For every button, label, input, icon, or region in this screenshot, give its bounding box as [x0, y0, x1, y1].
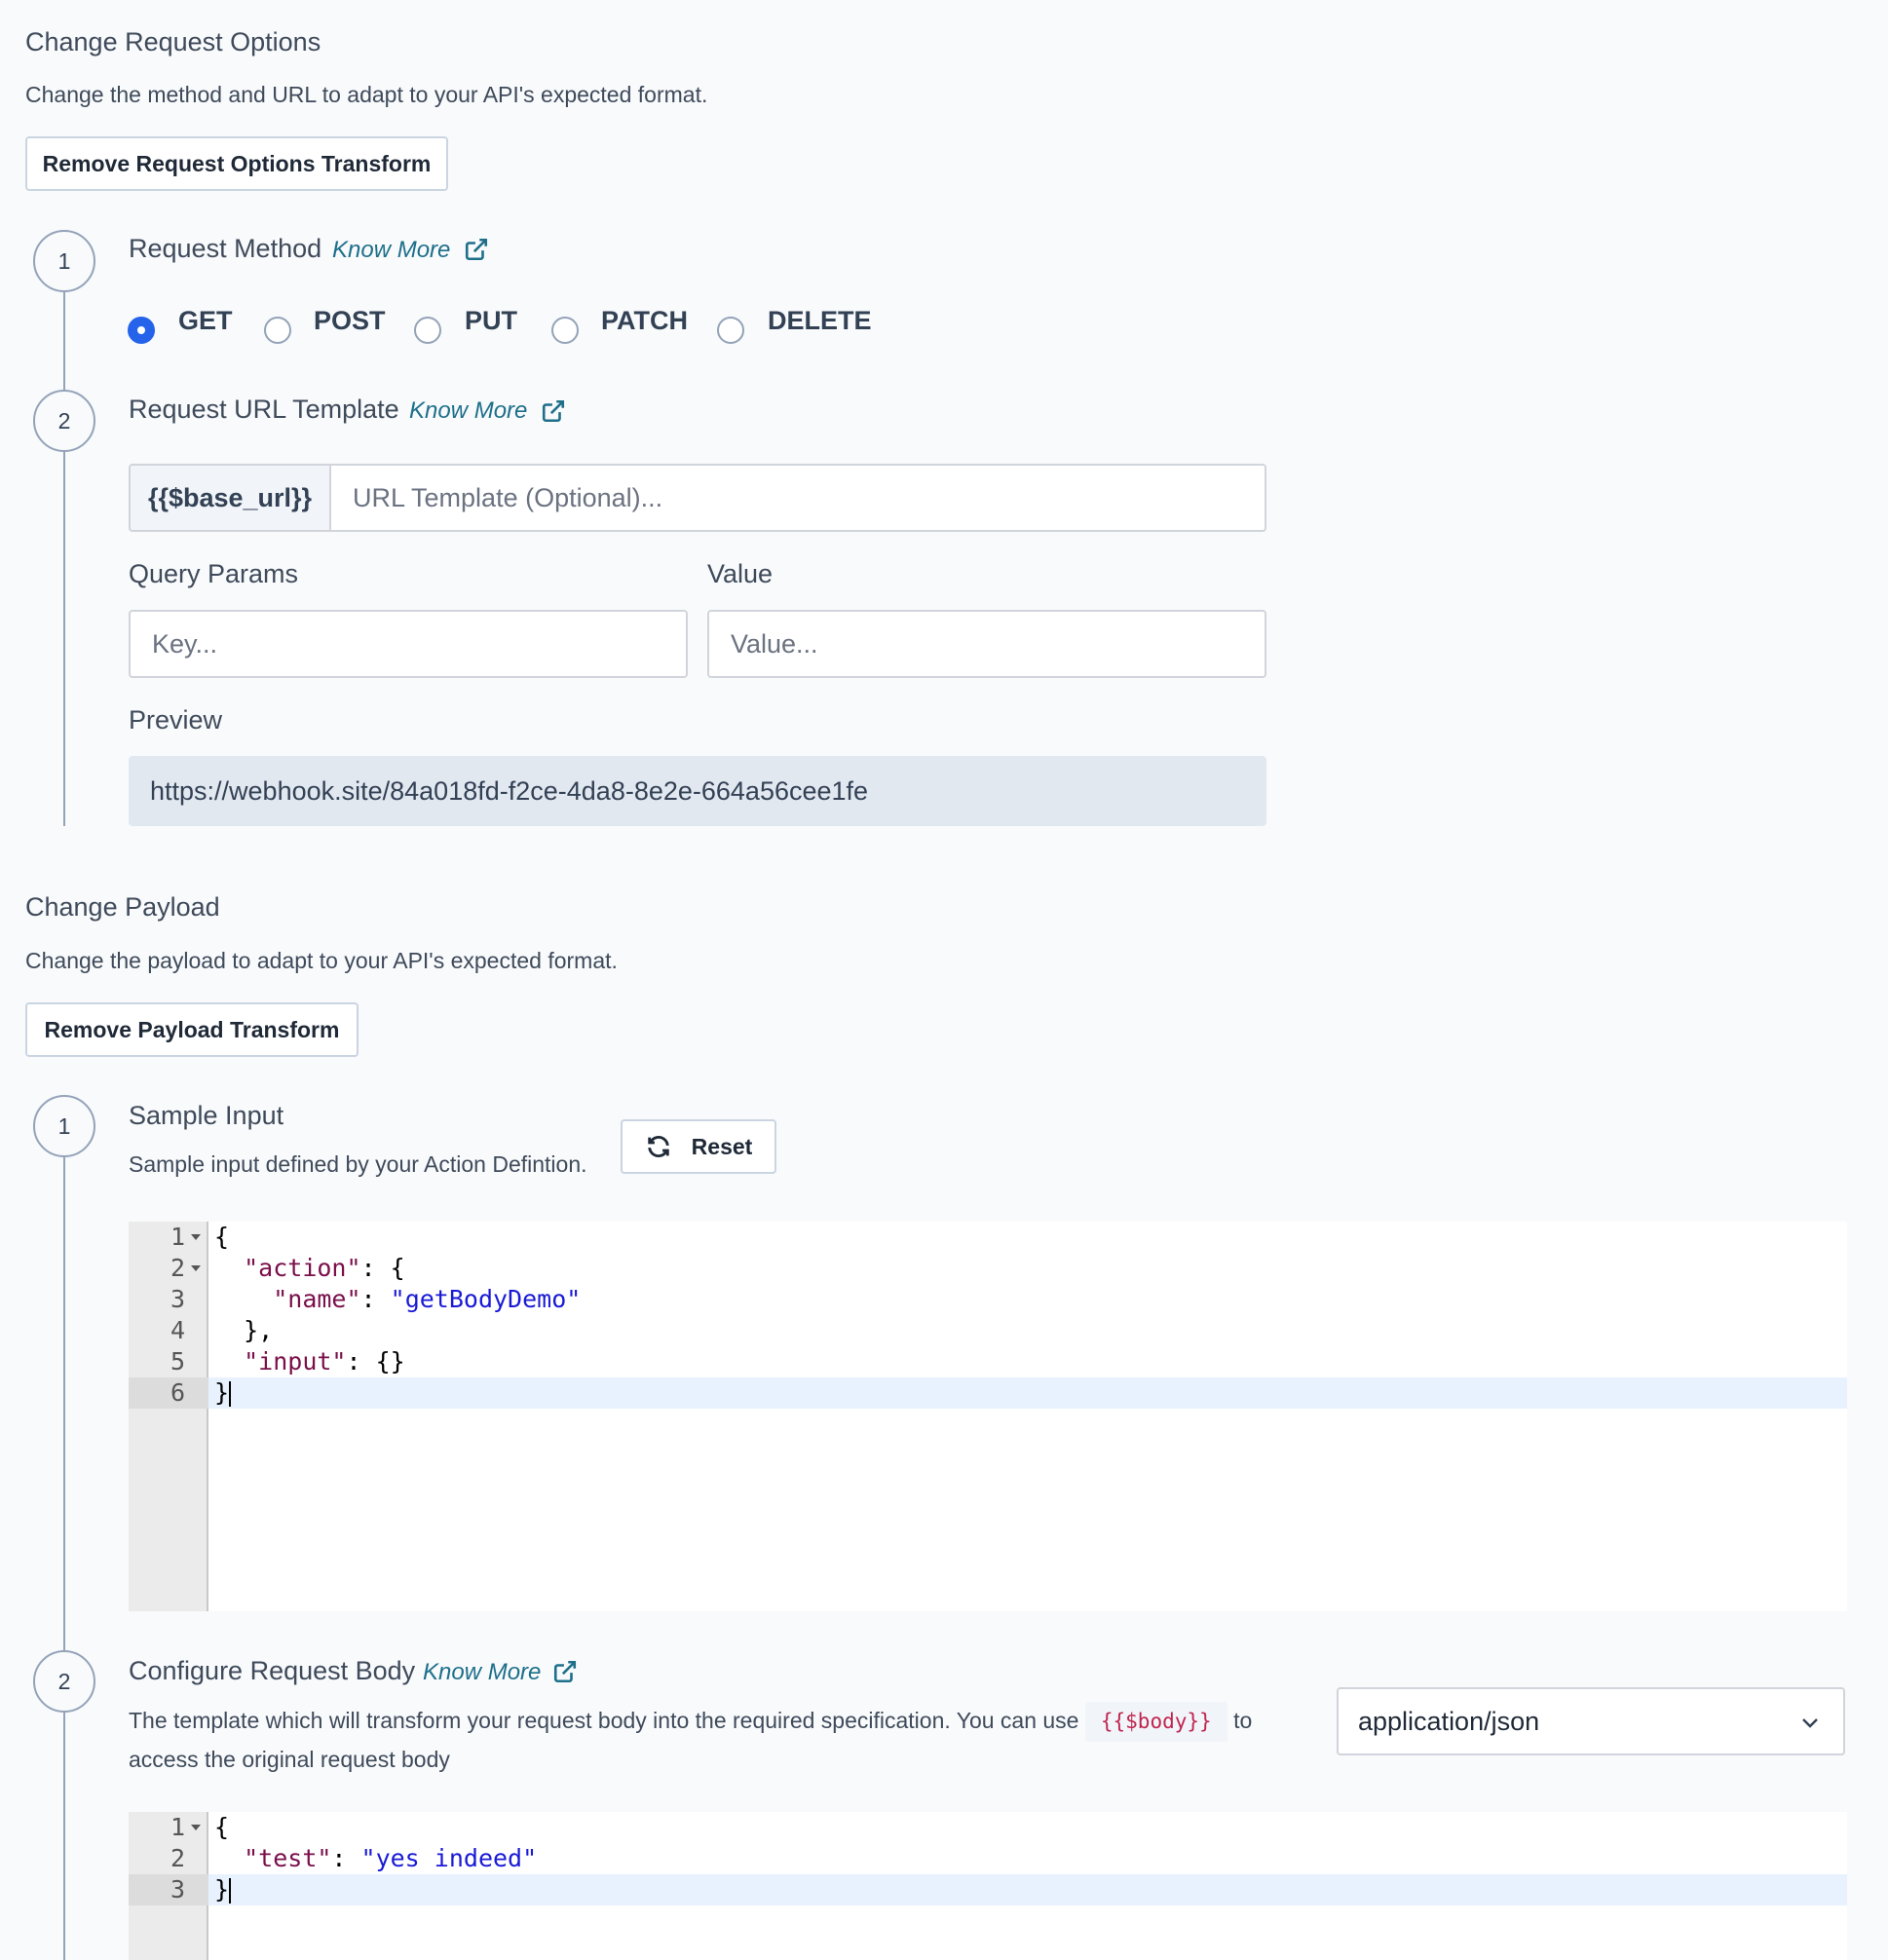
- method-radio-patch[interactable]: [551, 317, 579, 344]
- base-url-prefix: {{$base_url}}: [129, 464, 331, 532]
- remove-request-options-button[interactable]: Remove Request Options Transform: [25, 136, 448, 191]
- request-method-title: Request Method: [129, 234, 322, 263]
- sample-input-description: Sample input defined by your Action Defi…: [129, 1151, 587, 1177]
- value-label: Value: [707, 559, 774, 588]
- preview-label: Preview: [129, 705, 223, 735]
- method-label-post[interactable]: POST: [314, 306, 386, 336]
- method-radio-put[interactable]: [414, 317, 441, 344]
- request-method-know-more-link[interactable]: Know More: [332, 237, 450, 264]
- method-label-delete[interactable]: DELETE: [768, 306, 872, 336]
- url-template-step-number: 2: [33, 390, 95, 452]
- external-link-icon[interactable]: [464, 237, 489, 262]
- method-radio-post[interactable]: [264, 317, 291, 344]
- url-template-title: Request URL Template: [129, 395, 399, 424]
- code-line: 1 {: [170, 1813, 230, 1841]
- payload-description: Change the payload to adapt to your API'…: [25, 948, 618, 973]
- external-link-icon[interactable]: [552, 1659, 578, 1684]
- code-line: 2 "action": {: [170, 1254, 405, 1282]
- sample-input-editor[interactable]: 1 { 2 "action": { 3 "name": "getBodyDemo…: [129, 1222, 1847, 1611]
- external-link-icon[interactable]: [541, 398, 566, 424]
- code-line-active: 3 }: [129, 1874, 1847, 1905]
- content-type-select[interactable]: application/json: [1337, 1687, 1845, 1755]
- code-line: 1 {: [170, 1223, 230, 1251]
- method-label-put[interactable]: PUT: [465, 306, 517, 336]
- request-body-step-number: 2: [33, 1650, 95, 1713]
- body-variable-code: {{$body}}: [1084, 1702, 1227, 1742]
- url-template-know-more-link[interactable]: Know More: [409, 397, 527, 425]
- request-body-editor[interactable]: 1 { 2 "test": "yes indeed" 3 }: [129, 1812, 1847, 1960]
- url-template-input[interactable]: URL Template (Optional)...: [329, 464, 1266, 532]
- code-line-active: 6 }: [129, 1377, 1847, 1409]
- query-param-value-input[interactable]: Value...: [707, 610, 1266, 678]
- request-body-know-more-link[interactable]: Know More: [423, 1659, 541, 1686]
- payload-title: Change Payload: [25, 892, 220, 922]
- request-options-description: Change the method and URL to adapt to yo…: [25, 82, 708, 107]
- url-preview: https://webhook.site/84a018fd-f2ce-4da8-…: [129, 756, 1266, 826]
- request-options-title: Change Request Options: [25, 27, 321, 57]
- remove-payload-button[interactable]: Remove Payload Transform: [25, 1002, 359, 1057]
- payload-step-line: [63, 1130, 65, 1960]
- query-param-key-input[interactable]: Key...: [129, 610, 688, 678]
- request-body-description: The template which will transform your r…: [129, 1702, 1298, 1778]
- sample-input-title: Sample Input: [129, 1101, 284, 1130]
- method-radio-get[interactable]: [128, 317, 155, 344]
- refresh-icon: [647, 1136, 669, 1157]
- sample-input-step-number: 1: [33, 1095, 95, 1157]
- request-method-step-number: 1: [33, 230, 95, 292]
- request-options-step-line: [63, 263, 65, 826]
- code-line: 4 },: [170, 1316, 274, 1344]
- method-radio-delete[interactable]: [717, 317, 744, 344]
- method-label-patch[interactable]: PATCH: [601, 306, 688, 336]
- query-params-label: Query Params: [129, 559, 299, 588]
- reset-button[interactable]: Reset: [621, 1119, 776, 1174]
- reset-button-label: Reset: [691, 1133, 753, 1159]
- code-line: 2 "test": "yes indeed": [170, 1844, 538, 1872]
- code-line: 5 "input": {}: [170, 1347, 405, 1376]
- request-body-title: Configure Request Body: [129, 1656, 416, 1685]
- code-line: 3 "name": "getBodyDemo": [170, 1285, 582, 1313]
- content-type-value: application/json: [1358, 1706, 1540, 1736]
- method-label-get[interactable]: GET: [178, 306, 233, 336]
- chevron-down-icon: [1802, 1718, 1818, 1728]
